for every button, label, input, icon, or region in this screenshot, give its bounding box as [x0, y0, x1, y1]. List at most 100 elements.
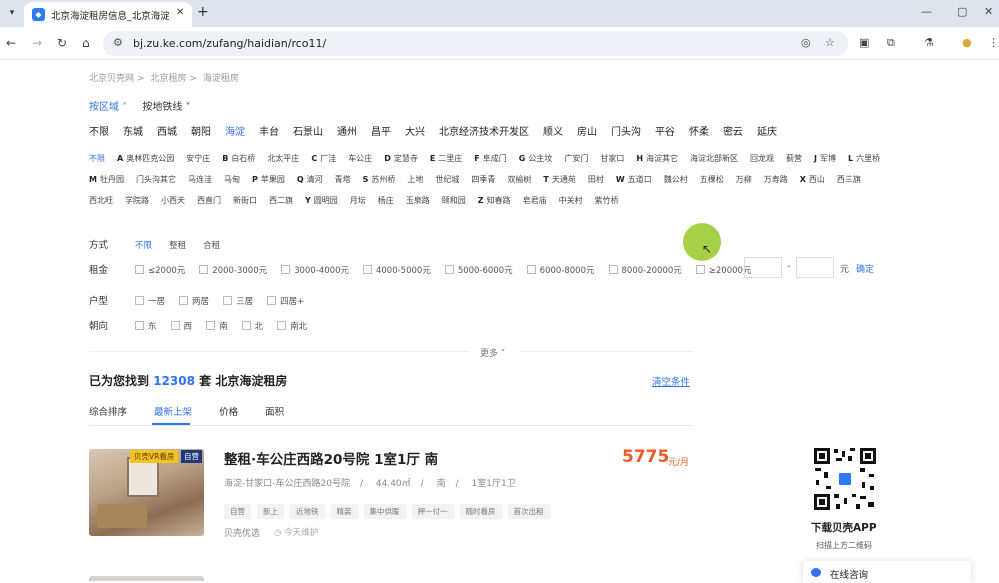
sub-area-item[interactable]: 小西天 [161, 190, 185, 211]
sub-area-item[interactable]: 青塔 [335, 169, 351, 190]
checkbox[interactable] [199, 265, 209, 274]
district-item[interactable]: 延庆 [757, 127, 777, 138]
sub-area-item[interactable]: E 二里庄 [430, 148, 462, 169]
extension-icon[interactable]: ▣ [859, 36, 869, 49]
sub-area-item[interactable]: 回龙观 [750, 148, 774, 169]
sub-area-item[interactable]: 颐和园 [442, 190, 466, 211]
tab-by-subway[interactable]: 按地铁线 ˅ [142, 102, 190, 113]
checkbox[interactable] [241, 321, 251, 330]
sub-area-item[interactable]: 安宁庄 [186, 148, 210, 169]
sub-area-item[interactable]: G 公主坟 [519, 148, 553, 169]
sub-area-item[interactable]: D 定慧寺 [384, 148, 418, 169]
district-item[interactable]: 西城 [157, 127, 177, 138]
lab-icon[interactable]: ⚗ [924, 36, 934, 49]
checkbox[interactable] [281, 265, 291, 274]
district-item[interactable]: 怀柔 [689, 127, 709, 138]
sub-area-item[interactable]: 紫竹桥 [595, 190, 619, 211]
sub-area-item[interactable]: 上地 [407, 169, 423, 190]
district-item[interactable]: 顺义 [543, 127, 563, 138]
district-item[interactable]: 北京经济技术开发区 [439, 127, 529, 138]
sub-area-item[interactable]: 四季青 [471, 169, 495, 190]
checkbox[interactable] [526, 265, 536, 274]
orientation-option[interactable]: 南北 [277, 320, 307, 332]
orientation-option[interactable]: 南 [206, 320, 228, 332]
district-item[interactable]: 房山 [577, 127, 597, 138]
layout-option[interactable]: 三居 [223, 295, 253, 307]
online-consult-button[interactable]: 在线咨询 [803, 561, 971, 583]
sort-newest[interactable]: 最新上架 [154, 407, 192, 418]
sort-comprehensive[interactable]: 综合排序 [89, 407, 127, 418]
sub-area-item[interactable]: T 天通苑 [543, 169, 575, 190]
district-item[interactable]: 东城 [123, 127, 143, 138]
sub-area-item[interactable]: Z 知春路 [478, 190, 511, 211]
back-icon[interactable]: ← [6, 36, 16, 50]
orientation-option[interactable]: 北 [241, 320, 263, 332]
mode-option-whole[interactable]: 整租 [169, 239, 186, 251]
checkbox[interactable] [170, 321, 180, 330]
sub-area-item[interactable]: 学院路 [125, 190, 149, 211]
sub-area-item[interactable]: 马连洼 [188, 169, 212, 190]
puzzle-icon[interactable]: ⧉ [887, 36, 895, 50]
bookmark-star-icon[interactable]: ☆ [825, 36, 835, 49]
max-price-input[interactable] [796, 257, 834, 278]
profile-avatar[interactable]: ● [962, 36, 972, 49]
rent-option[interactable]: 8000-20000元 [608, 264, 682, 276]
district-item[interactable]: 平谷 [655, 127, 675, 138]
layout-option[interactable]: 四居+ [267, 295, 304, 307]
district-item[interactable]: 石景山 [293, 127, 323, 138]
district-item[interactable]: 密云 [723, 127, 743, 138]
sub-area-item[interactable]: 中关村 [559, 190, 583, 211]
sub-area-item[interactable]: 世纪城 [435, 169, 459, 190]
sub-area-item[interactable]: B 白石桥 [222, 148, 255, 169]
checkbox[interactable] [206, 321, 216, 330]
checkbox[interactable] [608, 265, 618, 274]
checkbox[interactable] [135, 265, 145, 274]
reload-icon[interactable]: ↻ [57, 36, 67, 50]
district-item[interactable]: 大兴 [405, 127, 425, 138]
sub-area-item[interactable]: X 西山 [800, 169, 825, 190]
checkbox[interactable] [179, 296, 189, 305]
district-item[interactable]: 朝阳 [191, 127, 211, 138]
price-confirm-button[interactable]: 确定 [856, 262, 874, 275]
sub-area-item[interactable]: Q 清河 [297, 169, 323, 190]
sub-area-item[interactable]: 车公庄 [348, 148, 372, 169]
sub-area-item[interactable]: 北太平庄 [267, 148, 299, 169]
layout-option[interactable]: 一居 [135, 295, 165, 307]
maximize-icon[interactable]: ▢ [957, 5, 967, 18]
sort-area[interactable]: 面积 [265, 407, 284, 418]
rent-option[interactable]: ≤2000元 [135, 264, 185, 276]
window-close-icon[interactable]: ✕ [984, 5, 993, 18]
eye-off-icon[interactable]: ◎ [801, 36, 811, 49]
district-item[interactable]: 通州 [337, 127, 357, 138]
sub-area-item[interactable]: M 牡丹园 [89, 169, 124, 190]
sub-area-item[interactable]: 西直门 [197, 190, 221, 211]
rent-option[interactable]: 2000-3000元 [199, 264, 267, 276]
sub-area-item[interactable]: 门头沟其它 [136, 169, 176, 190]
sub-area-item[interactable]: 五棵松 [700, 169, 724, 190]
district-item[interactable]: 海淀 [225, 127, 245, 138]
minimize-icon[interactable]: — [921, 5, 932, 18]
sub-area-item[interactable]: S 苏州桥 [363, 169, 396, 190]
min-price-input[interactable] [744, 257, 782, 278]
url-field[interactable]: ⚙ bj.zu.ke.com/zufang/haidian/rco11/ ◎ ☆ [103, 31, 848, 56]
mode-option-shared[interactable]: 合租 [203, 239, 220, 251]
sub-area-item[interactable]: 马甸 [224, 169, 240, 190]
listing-photo[interactable]: 贝壳VR看房 自营 [89, 449, 204, 536]
sub-area-item[interactable]: A 奥林匹克公园 [117, 148, 174, 169]
checkbox[interactable] [695, 265, 705, 274]
sub-area-item[interactable]: 新街口 [233, 190, 257, 211]
sub-area-item[interactable]: 西三旗 [837, 169, 861, 190]
sub-area-item[interactable]: 甘家口 [600, 148, 624, 169]
district-item[interactable]: 丰台 [259, 127, 279, 138]
sub-area-item[interactable]: 广安门 [564, 148, 588, 169]
district-item[interactable]: 昌平 [371, 127, 391, 138]
sub-area-item[interactable]: P 苹果园 [252, 169, 285, 190]
orientation-option[interactable]: 东 [135, 320, 157, 332]
layout-option[interactable]: 两居 [179, 295, 209, 307]
clear-filters-link[interactable]: 清空条件 [652, 374, 690, 388]
next-listing-photo[interactable] [89, 576, 204, 581]
sub-area-item[interactable]: 双榆树 [507, 169, 531, 190]
sub-area-item[interactable]: 杨庄 [378, 190, 394, 211]
rent-option[interactable]: 5000-6000元 [444, 264, 513, 276]
tab-search-icon[interactable]: ▾ [4, 5, 20, 21]
